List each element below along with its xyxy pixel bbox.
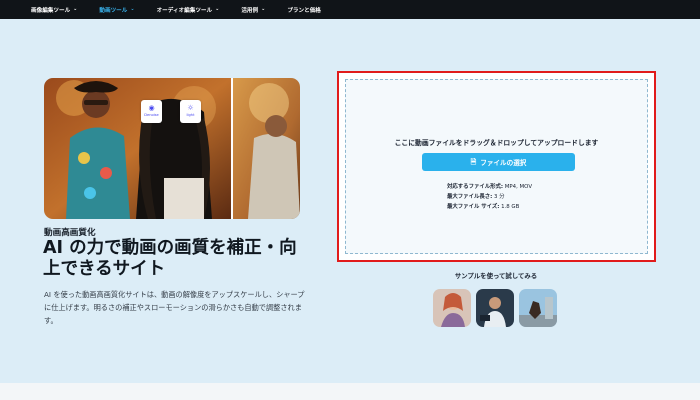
hero-comparison-image (44, 78, 300, 219)
chevron-down-icon: ⌄ (130, 6, 135, 12)
nav-item-label: オーディオ編集ツール (156, 7, 213, 14)
spec-length: 最大ファイル長さ: 3 分 (447, 194, 505, 200)
sample-thumbnail (519, 289, 557, 327)
sample-video-2[interactable] (476, 289, 514, 327)
chevron-down-icon: ⌄ (215, 6, 220, 12)
badge-label: light (186, 113, 195, 118)
chevron-down-icon: ⌄ (73, 6, 78, 12)
choose-file-button[interactable]: 🗎 ファイルの選択 (422, 153, 575, 171)
hero-photo (44, 78, 300, 219)
hero-description: AI を使った動画高画質化サイトは、動画の解像度をアップスケールし、シャープに仕… (44, 290, 305, 325)
upload-panel: ここに動画ファイルをドラッグ＆ドロップしてアップロードします 🗎 ファイルの選択… (337, 71, 656, 262)
sample-thumbnail (476, 289, 514, 327)
denoise-icon: ◉ (148, 104, 155, 113)
nav-item-image-tools[interactable]: 画像編集ツール ⌄ (31, 6, 77, 14)
nav-item-label: 活用例 (241, 7, 259, 14)
samples-title: サンプルを使って試してみる (454, 272, 538, 280)
light-bulb-icon: ☼ (187, 104, 194, 113)
spec-size: 最大ファイル サイズ: 1.8 GB (447, 204, 520, 210)
badge-label: Denoise (144, 113, 159, 118)
sample-video-3[interactable] (519, 289, 557, 327)
file-icon: 🗎 (470, 157, 477, 166)
light-badge[interactable]: ☼ light (180, 100, 201, 123)
choose-file-label: ファイルの選択 (480, 159, 527, 167)
nav-item-pricing[interactable]: プランと価格 (287, 6, 321, 14)
nav-item-use-cases[interactable]: 活用例 ⌄ (241, 6, 265, 14)
nav-item-label: 動画ツール (99, 7, 128, 14)
hero-subtitle: 動画高画質化 (44, 228, 96, 238)
chevron-down-icon: ⌄ (261, 6, 266, 12)
footer-strip (0, 383, 700, 400)
drop-instructions: ここに動画ファイルをドラッグ＆ドロップしてアップロードします (394, 139, 599, 147)
sample-thumbnail (433, 289, 471, 327)
hero-headline: AI の力で動画の画質を補正・向上できるサイト (43, 238, 297, 279)
sample-video-1[interactable] (433, 289, 471, 327)
denoise-badge[interactable]: ◉ Denoise (141, 100, 162, 123)
nav-item-audio-tools[interactable]: オーディオ編集ツール ⌄ (157, 6, 220, 14)
nav-item-label: 画像編集ツール (31, 7, 71, 14)
top-nav: 画像編集ツール ⌄ 動画ツール ⌄ オーディオ編集ツール ⌄ 活用例 ⌄ プラン… (0, 0, 700, 19)
nav-item-label: プランと価格 (287, 7, 321, 14)
file-specs: 対応するファイル形式: MP4, MOV 最大ファイル長さ: 3 分 最大ファイ… (447, 182, 532, 212)
nav-item-video-tools[interactable]: 動画ツール ⌄ (99, 6, 134, 14)
spec-format: 対応するファイル形式: MP4, MOV (447, 184, 533, 190)
drop-zone[interactable]: ここに動画ファイルをドラッグ＆ドロップしてアップロードします 🗎 ファイルの選択… (345, 79, 648, 254)
